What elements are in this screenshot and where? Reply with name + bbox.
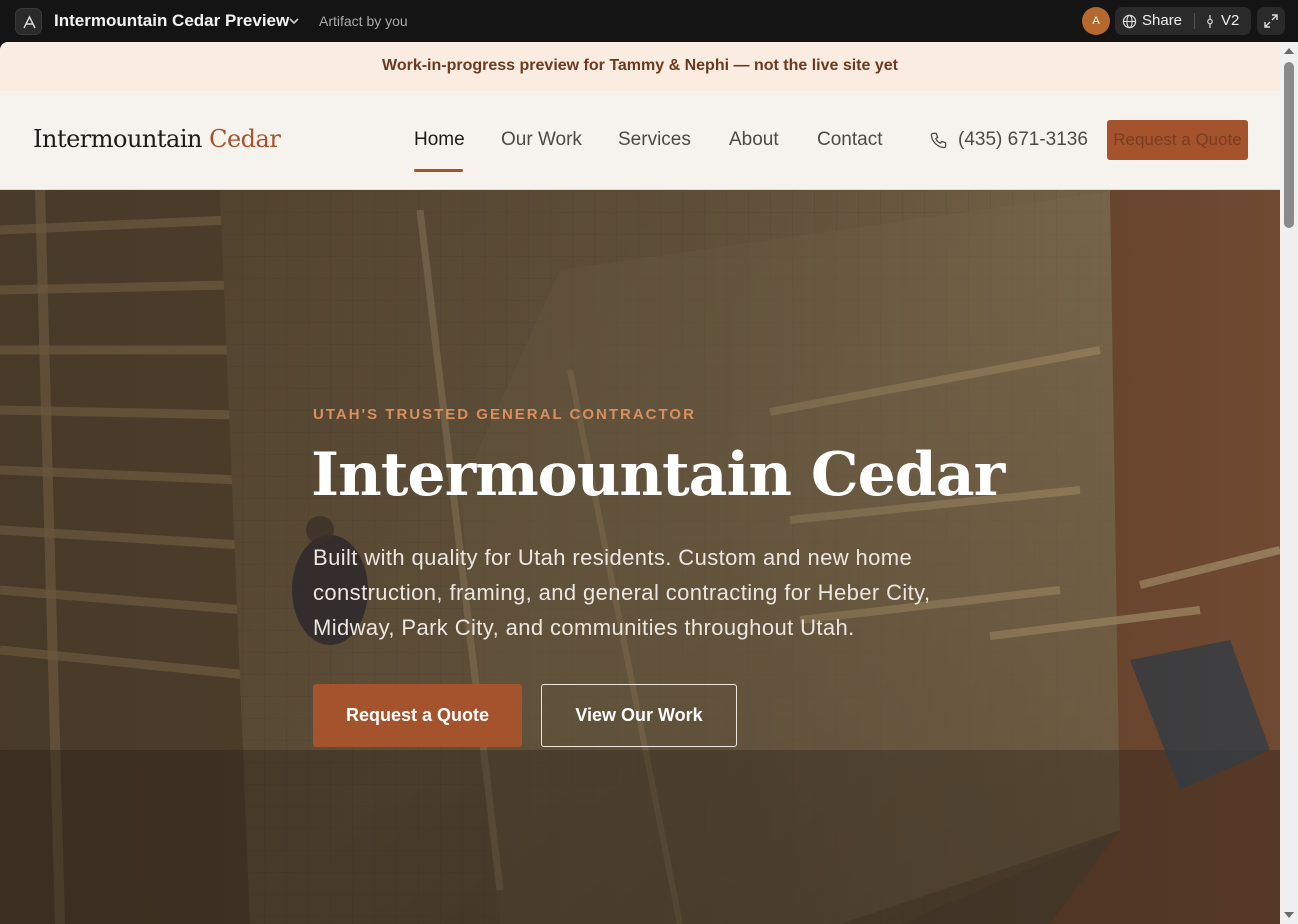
phone-link[interactable]: (435) 671-3136 (958, 129, 1088, 151)
logo-accent-text: Cedar (209, 125, 281, 153)
scrollbar[interactable] (1280, 42, 1298, 924)
banner-text: Work-in-progress preview for Tammy & Nep… (382, 57, 898, 74)
preview-banner: Work-in-progress preview for Tammy & Nep… (0, 42, 1280, 91)
hero-title: Intermountain Cedar (311, 440, 1005, 510)
scroll-down-arrow-icon[interactable] (1284, 912, 1294, 918)
hero-section: UTAH'S TRUSTED GENERAL CONTRACTOR Interm… (0, 190, 1280, 924)
nav-request-quote-button[interactable]: Request a Quote (1107, 120, 1248, 160)
version-label: V2 (1221, 12, 1240, 29)
artifact-author: Artifact by you (319, 13, 408, 29)
nav-contact[interactable]: Contact (817, 129, 882, 151)
nav-our-work[interactable]: Our Work (501, 129, 582, 151)
artifact-title[interactable]: Intermountain Cedar Preview (54, 11, 289, 31)
preview-frame: Work-in-progress preview for Tammy & Nep… (0, 42, 1280, 924)
share-button[interactable]: Share (1115, 7, 1193, 35)
site-logo[interactable]: Intermountain Cedar (33, 125, 281, 153)
nav-active-indicator (414, 169, 463, 172)
version-button[interactable]: V2 (1199, 7, 1251, 35)
expand-icon (1264, 14, 1278, 28)
hero-request-quote-button[interactable]: Request a Quote (313, 684, 522, 747)
site-navigation: Intermountain Cedar Home Our Work Servic… (0, 91, 1280, 190)
phone-icon (930, 132, 947, 149)
logo-main-text: Intermountain (33, 125, 210, 153)
app-logo-icon[interactable] (15, 8, 42, 35)
nav-home[interactable]: Home (414, 129, 465, 151)
share-label: Share (1142, 12, 1183, 29)
globe-icon (1122, 14, 1137, 29)
nav-about[interactable]: About (729, 129, 779, 151)
avatar[interactable]: A (1082, 7, 1110, 35)
branch-icon (1207, 15, 1213, 28)
scroll-up-arrow-icon[interactable] (1284, 48, 1294, 54)
divider (1194, 13, 1195, 29)
hero-view-work-button[interactable]: View Our Work (541, 684, 737, 747)
expand-button[interactable] (1257, 7, 1285, 35)
nav-services[interactable]: Services (618, 129, 691, 151)
scrollbar-thumb[interactable] (1284, 62, 1294, 228)
hero-kicker: UTAH'S TRUSTED GENERAL CONTRACTOR (313, 406, 696, 423)
chevron-down-icon[interactable] (288, 15, 300, 27)
hero-description: Built with quality for Utah residents. C… (313, 545, 931, 640)
app-bar: Intermountain Cedar Preview Artifact by … (0, 0, 1298, 42)
share-group: Share V2 (1115, 7, 1251, 35)
